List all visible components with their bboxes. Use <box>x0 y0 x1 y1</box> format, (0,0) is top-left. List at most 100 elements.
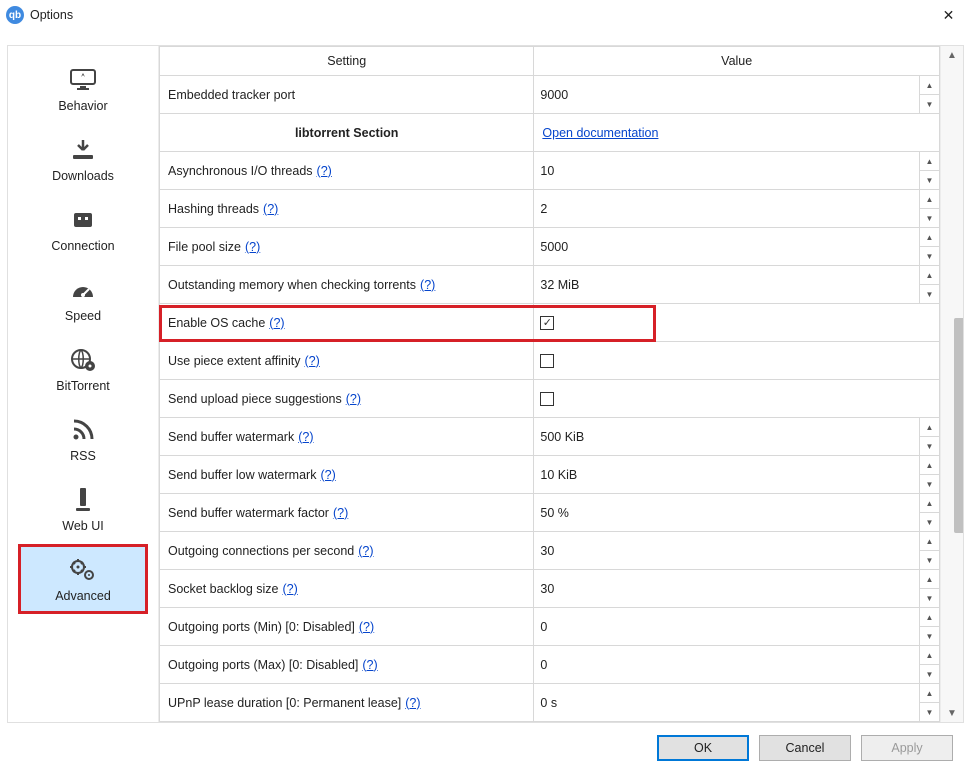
spin-up-icon[interactable]: ▲ <box>920 646 939 665</box>
spin-down-icon[interactable]: ▼ <box>920 285 939 303</box>
hashing-threads-input[interactable]: 2▲▼ <box>534 190 939 227</box>
vertical-scrollbar[interactable]: ▲ ▼ <box>940 46 963 722</box>
setting-label: Embedded tracker port <box>168 88 295 102</box>
header-setting[interactable]: Setting <box>160 47 534 76</box>
piece-affinity-checkbox[interactable] <box>540 354 554 368</box>
tracker-port-input[interactable]: 9000▲▼ <box>534 76 939 113</box>
spin-down-icon[interactable]: ▼ <box>920 171 939 189</box>
help-link[interactable]: (?) <box>405 696 420 710</box>
sidebar-label: Downloads <box>52 169 114 183</box>
spin-up-icon[interactable]: ▲ <box>920 456 939 475</box>
setting-label: Enable OS cache <box>168 316 265 330</box>
spin-up-icon[interactable]: ▲ <box>920 76 939 95</box>
open-documentation-link[interactable]: Open documentation <box>542 126 658 140</box>
spin-down-icon[interactable]: ▼ <box>920 209 939 227</box>
section-label: libtorrent Section <box>160 114 533 151</box>
buf-watermark-factor-input[interactable]: 50 %▲▼ <box>534 494 939 531</box>
spin-up-icon[interactable]: ▲ <box>920 190 939 209</box>
buf-watermark-low-input[interactable]: 10 KiB▲▼ <box>534 456 939 493</box>
close-button[interactable]: ✕ <box>926 0 971 30</box>
sidebar-item-behavior[interactable]: Behavior <box>18 54 148 124</box>
row-upnp: UPnP lease duration [0: Permanent lease]… <box>160 684 940 722</box>
spin-down-icon[interactable]: ▼ <box>920 551 939 569</box>
setting-label: Outgoing ports (Min) [0: Disabled] <box>168 620 355 634</box>
row-upload-suggestions: Send upload piece suggestions(?) <box>160 380 940 418</box>
monitor-icon <box>68 63 98 97</box>
spin-up-icon[interactable]: ▲ <box>920 570 939 589</box>
row-file-pool: File pool size (?) 5000▲▼ <box>160 228 940 266</box>
scroll-up-icon[interactable]: ▲ <box>942 46 963 64</box>
setting-label: Outstanding memory when checking torrent… <box>168 278 416 292</box>
help-link[interactable]: (?) <box>263 202 278 216</box>
sidebar-item-downloads[interactable]: Downloads <box>18 124 148 194</box>
spin-down-icon[interactable]: ▼ <box>920 665 939 683</box>
scroll-thumb[interactable] <box>954 318 963 533</box>
file-pool-input[interactable]: 5000▲▼ <box>534 228 939 265</box>
sidebar-label: Advanced <box>55 589 111 603</box>
mem-check-input[interactable]: 32 MiB▲▼ <box>534 266 939 303</box>
spin-down-icon[interactable]: ▼ <box>920 475 939 493</box>
help-link[interactable]: (?) <box>269 316 284 330</box>
buf-watermark-input[interactable]: 500 KiB▲▼ <box>534 418 939 455</box>
row-mem-check: Outstanding memory when checking torrent… <box>160 266 940 304</box>
spin-down-icon[interactable]: ▼ <box>920 437 939 455</box>
sidebar-item-rss[interactable]: RSS <box>18 404 148 474</box>
sidebar-item-connection[interactable]: Connection <box>18 194 148 264</box>
cancel-button[interactable]: Cancel <box>759 735 851 761</box>
spin-up-icon[interactable]: ▲ <box>920 418 939 437</box>
sidebar-item-advanced[interactable]: Advanced <box>18 544 148 614</box>
help-link[interactable]: (?) <box>359 620 374 634</box>
settings-scroll-area: Setting Value Embedded tracker port 9000… <box>159 46 940 722</box>
help-link[interactable]: (?) <box>320 468 335 482</box>
help-link[interactable]: (?) <box>333 506 348 520</box>
help-link[interactable]: (?) <box>346 392 361 406</box>
spin-down-icon[interactable]: ▼ <box>920 589 939 607</box>
setting-label: File pool size <box>168 240 241 254</box>
scroll-down-icon[interactable]: ▼ <box>942 704 963 722</box>
help-link[interactable]: (?) <box>282 582 297 596</box>
aio-threads-input[interactable]: 10▲▼ <box>534 152 939 189</box>
row-buf-watermark-factor: Send buffer watermark factor(?) 50 %▲▼ <box>160 494 940 532</box>
port-max-input[interactable]: 0▲▼ <box>534 646 939 683</box>
row-port-max: Outgoing ports (Max) [0: Disabled](?) 0▲… <box>160 646 940 684</box>
header-value[interactable]: Value <box>534 47 940 76</box>
upload-suggestions-checkbox[interactable] <box>540 392 554 406</box>
sidebar-label: Web UI <box>62 519 103 533</box>
apply-button[interactable]: Apply <box>861 735 953 761</box>
port-min-input[interactable]: 0▲▼ <box>534 608 939 645</box>
help-link[interactable]: (?) <box>245 240 260 254</box>
help-link[interactable]: (?) <box>304 354 319 368</box>
spin-up-icon[interactable]: ▲ <box>920 152 939 171</box>
sidebar-label: BitTorrent <box>56 379 110 393</box>
spin-down-icon[interactable]: ▼ <box>920 247 939 265</box>
row-hashing-threads: Hashing threads(?) 2▲▼ <box>160 190 940 228</box>
upnp-input[interactable]: 0 s▲▼ <box>534 684 939 721</box>
help-link[interactable]: (?) <box>298 430 313 444</box>
spin-up-icon[interactable]: ▲ <box>920 266 939 285</box>
spin-down-icon[interactable]: ▼ <box>920 95 939 113</box>
sidebar-item-speed[interactable]: Speed <box>18 264 148 334</box>
help-link[interactable]: (?) <box>362 658 377 672</box>
titlebar: qb Options ✕ <box>0 0 971 30</box>
ok-button[interactable]: OK <box>657 735 749 761</box>
spin-down-icon[interactable]: ▼ <box>920 513 939 531</box>
setting-label: Use piece extent affinity <box>168 354 300 368</box>
help-link[interactable]: (?) <box>317 164 332 178</box>
spin-down-icon[interactable]: ▼ <box>920 703 939 721</box>
sidebar-item-webui[interactable]: Web UI <box>18 474 148 544</box>
outgoing-conn-input[interactable]: 30▲▼ <box>534 532 939 569</box>
help-link[interactable]: (?) <box>358 544 373 558</box>
spin-up-icon[interactable]: ▲ <box>920 228 939 247</box>
rss-icon <box>70 413 96 447</box>
help-link[interactable]: (?) <box>420 278 435 292</box>
spin-up-icon[interactable]: ▲ <box>920 532 939 551</box>
spin-down-icon[interactable]: ▼ <box>920 627 939 645</box>
spin-up-icon[interactable]: ▲ <box>920 608 939 627</box>
os-cache-checkbox[interactable]: ✓ <box>540 316 554 330</box>
sidebar-item-bittorrent[interactable]: BitTorrent <box>18 334 148 404</box>
spin-up-icon[interactable]: ▲ <box>920 494 939 513</box>
sidebar-label: Connection <box>51 239 114 253</box>
socket-backlog-input[interactable]: 30▲▼ <box>534 570 939 607</box>
row-outgoing-conn: Outgoing connections per second(?) 30▲▼ <box>160 532 940 570</box>
spin-up-icon[interactable]: ▲ <box>920 684 939 703</box>
